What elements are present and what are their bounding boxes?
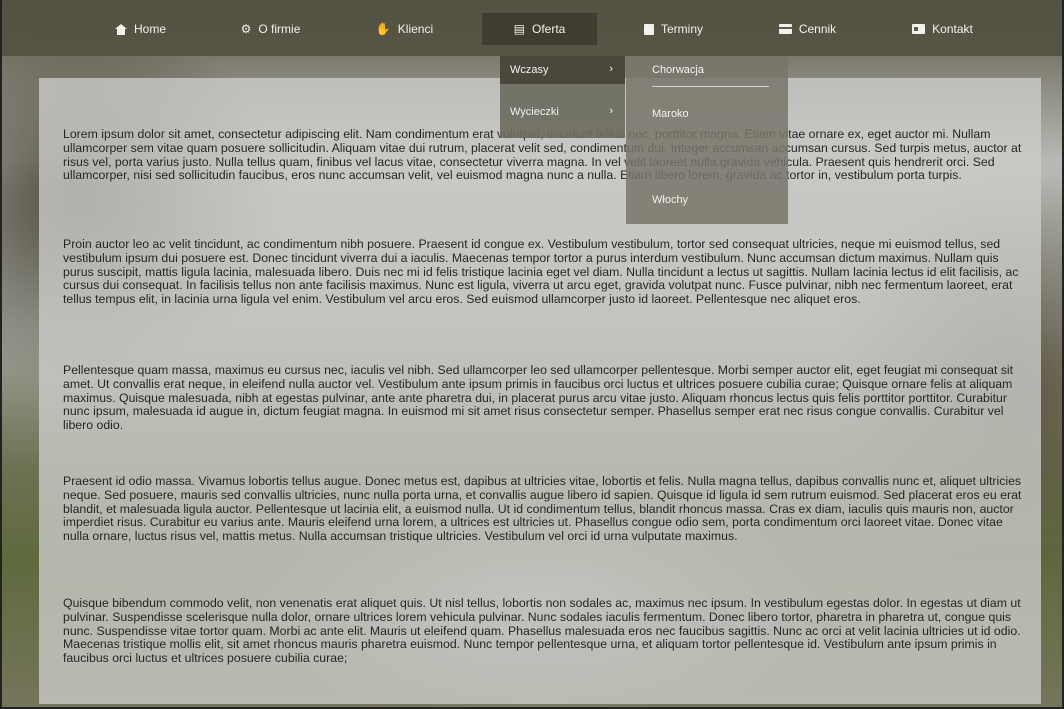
wczasy-submenu: Chorwacja Maroko Włochy	[626, 56, 788, 224]
nav-home[interactable]: Home	[83, 13, 198, 45]
dropdown-item-wycieczki-label: Wycieczki	[510, 106, 559, 118]
map-icon: ▤	[513, 22, 525, 36]
calendar-icon	[643, 23, 654, 35]
chevron-right-icon: ›	[609, 63, 613, 75]
nav-o-firmie[interactable]: ⚙ O firmie	[213, 13, 328, 45]
nav-cennik-label: Cennik	[798, 22, 837, 36]
submenu-item-maroko[interactable]: Maroko	[626, 100, 788, 128]
handshake-icon: ✋	[375, 22, 391, 36]
paragraph-4: Praesent id odio massa. Vivamus lobortis…	[63, 474, 1022, 544]
paragraph-2: Proin auctor leo ac velit tincidunt, ac …	[63, 237, 1019, 307]
dropdown-item-wczasy[interactable]: Wczasy ›	[500, 56, 625, 84]
paragraph-3: Pellentesque quam massa, maximus eu curs…	[63, 363, 1014, 433]
nav-kontakt[interactable]: Kontakt	[885, 13, 1000, 45]
nav-home-label: Home	[133, 22, 166, 36]
nav-oferta-label: Oferta	[531, 22, 566, 36]
id-card-icon	[912, 24, 926, 34]
submenu-item-wlochy[interactable]: Włochy	[626, 186, 788, 214]
home-icon	[114, 23, 127, 35]
submenu-item-chorwacja[interactable]: Chorwacja	[626, 56, 788, 84]
dropdown-item-wycieczki[interactable]: Wycieczki ›	[500, 98, 625, 126]
dropdown-item-wczasy-label: Wczasy	[510, 64, 549, 76]
chevron-right-icon: ›	[609, 105, 613, 117]
nav-o-firmie-label: O firmie	[258, 22, 301, 36]
credit-card-icon	[778, 24, 792, 34]
nav-terminy[interactable]: Terminy	[616, 13, 731, 45]
nav-klienci[interactable]: ✋ Klienci	[347, 13, 462, 45]
nav-cennik[interactable]: Cennik	[750, 13, 865, 45]
content-panel: Lorem ipsum dolor sit amet, consectetur …	[39, 78, 1041, 704]
nav-klienci-label: Klienci	[397, 22, 434, 36]
nav-kontakt-label: Kontakt	[932, 22, 973, 36]
oferta-dropdown: Wczasy › Wycieczki ›	[500, 56, 625, 138]
window-edge-left	[0, 0, 2, 709]
paragraph-5: Quisque bibendum commodo velit, non vene…	[63, 596, 1021, 666]
submenu-divider	[652, 86, 769, 87]
nav-oferta[interactable]: ▤ Oferta	[482, 13, 597, 45]
main-navbar: Home ⚙ O firmie ✋ Klienci ▤ Oferta Termi…	[2, 0, 1062, 56]
cogs-icon: ⚙	[240, 22, 252, 36]
nav-terminy-label: Terminy	[660, 22, 703, 36]
